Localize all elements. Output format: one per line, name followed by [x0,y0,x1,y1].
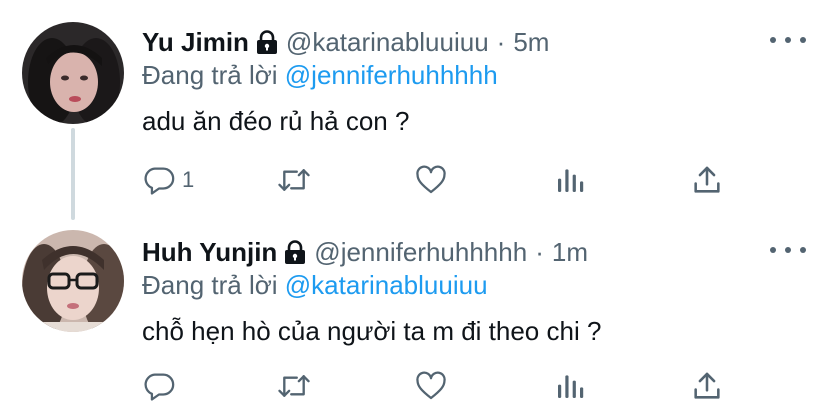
avatar-image [22,22,124,124]
tweet[interactable]: Yu Jimin @katarinabluuiuu · 5m Đang trả … [0,0,828,222]
display-name[interactable]: Huh Yunjin [142,237,277,268]
timestamp[interactable]: 5m [513,27,549,58]
replying-prefix: Đang trả lời [142,60,285,90]
avatar-image [22,230,124,332]
tweet-text: adu ăn đéo rủ hả con ? [142,106,410,136]
stats-icon [558,169,584,192]
share-button[interactable] [690,162,724,198]
retweet-icon [278,169,310,191]
retweet-button[interactable] [276,368,312,404]
replying-prefix: Đang trả lời [142,270,285,300]
tweet-text: chỗ hẹn hò của người ta m đi theo chi ? [142,316,602,346]
user-handle[interactable]: @jenniferhuhhhhh [314,237,527,268]
share-button[interactable] [690,368,724,404]
mention-link[interactable]: @jenniferhuhhhhh [285,60,498,90]
lock-icon [256,30,278,54]
heart-icon [416,371,446,400]
tweet-header: Yu Jimin @katarinabluuiuu · 5m [142,24,549,60]
replying-to: Đang trả lời @jenniferhuhhhhh [142,60,498,91]
heart-icon [416,165,446,194]
user-handle[interactable]: @katarinabluuiuu [286,27,489,58]
share-icon [694,372,720,399]
tweet[interactable]: Huh Yunjin @jenniferhuhhhhh · 1m Đang tr… [0,222,828,414]
more-icon[interactable] [770,30,806,50]
thread-connector [71,128,75,220]
more-icon[interactable] [770,240,806,260]
mention-link[interactable]: @katarinabluuiuu [285,270,488,300]
share-icon [694,166,720,193]
timestamp[interactable]: 1m [552,237,588,268]
avatar[interactable] [22,22,124,124]
avatar[interactable] [22,230,124,332]
stats-button[interactable] [554,162,586,198]
like-button[interactable] [414,162,448,198]
tweet-header: Huh Yunjin @jenniferhuhhhhh · 1m [142,234,588,270]
retweet-button[interactable] [276,162,312,198]
like-button[interactable] [414,368,448,404]
reply-icon [144,373,175,401]
replying-to: Đang trả lời @katarinabluuiuu [142,270,488,301]
stats-icon [558,375,584,398]
display-name[interactable]: Yu Jimin [142,27,249,58]
stats-button[interactable] [554,368,586,404]
separator-dot: · [496,26,506,57]
lock-icon [284,240,306,264]
reply-button[interactable]: 1 [142,162,194,198]
reply-count: 1 [182,167,195,192]
reply-button[interactable] [142,368,182,404]
separator-dot: · [535,236,544,267]
reply-icon [144,167,175,195]
retweet-icon [278,375,310,397]
